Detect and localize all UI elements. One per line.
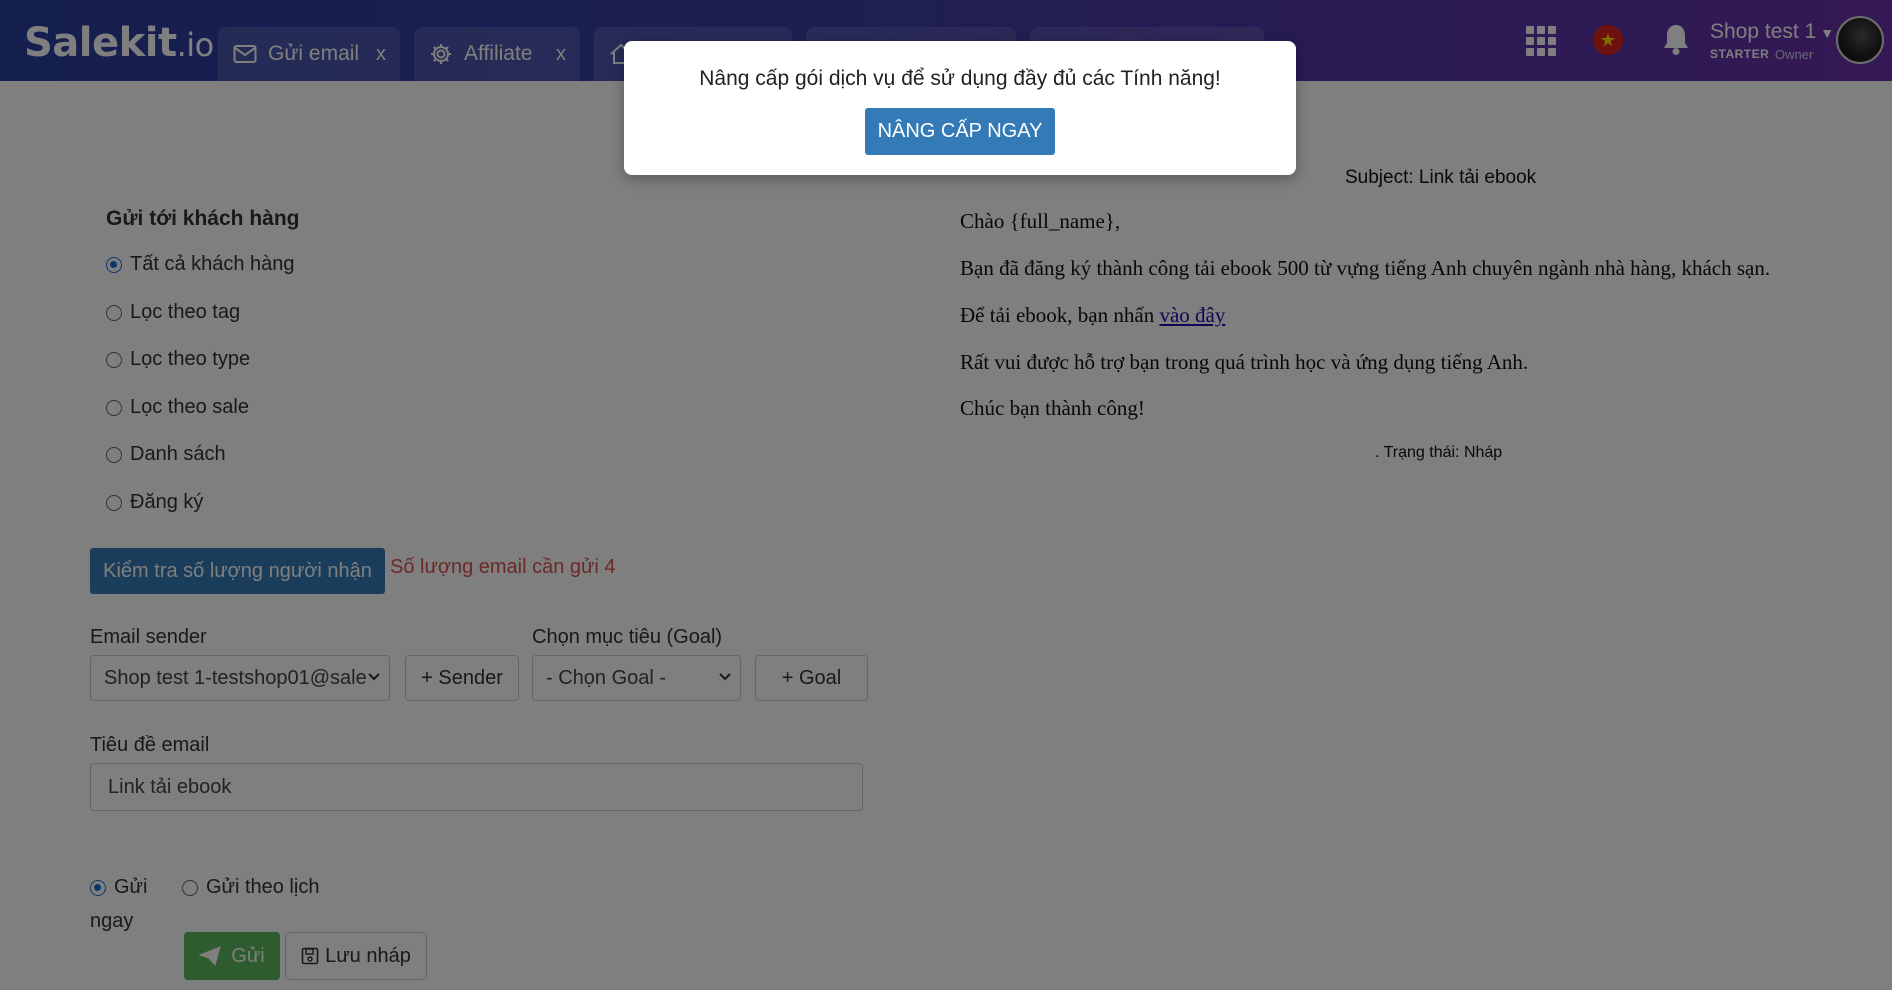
- upgrade-now-button[interactable]: NÂNG CẤP NGAY: [865, 108, 1055, 155]
- upgrade-message: Nâng cấp gói dịch vụ để sử dụng đầy đủ c…: [699, 67, 1221, 90]
- upgrade-modal: Nâng cấp gói dịch vụ để sử dụng đầy đủ c…: [624, 41, 1296, 175]
